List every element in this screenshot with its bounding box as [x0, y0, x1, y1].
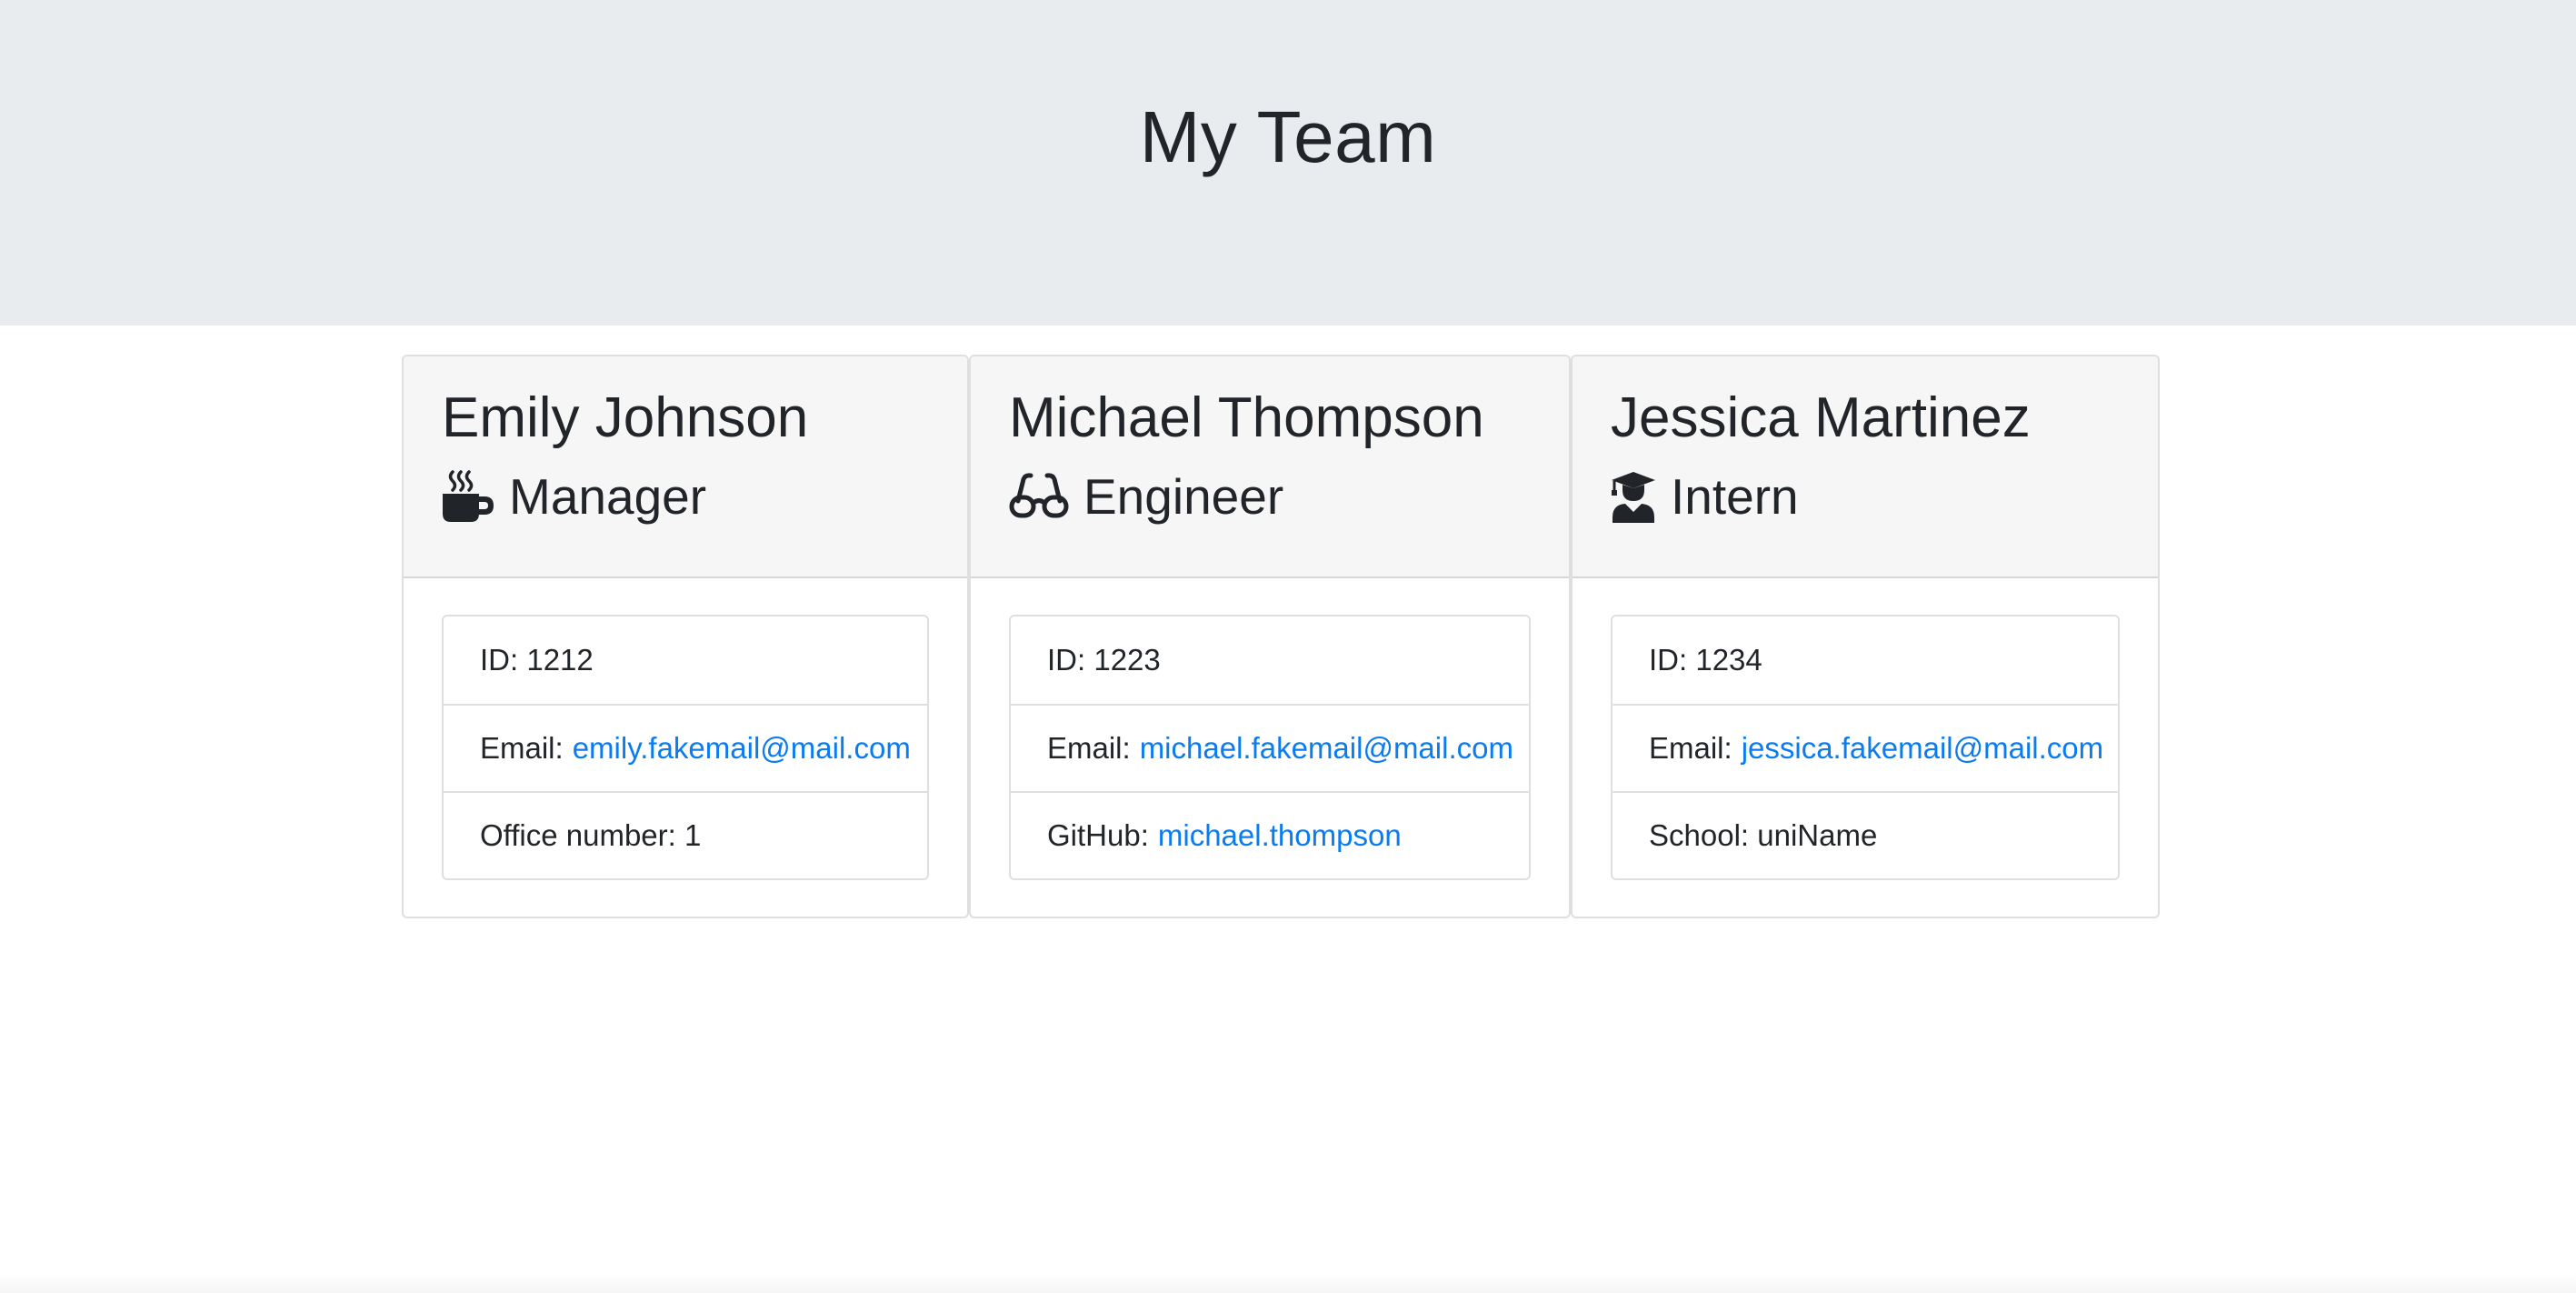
- email-item: Email: jessica.fakemail@mail.com: [1612, 704, 2118, 791]
- email-link[interactable]: michael.fakemail@mail.com: [1140, 731, 1513, 766]
- email-label: Email:: [1649, 731, 1732, 765]
- id-text: ID: 1234: [1649, 643, 1762, 677]
- role-label: Manager: [509, 468, 707, 525]
- id-text: ID: 1223: [1047, 643, 1161, 677]
- user-graduate-icon: [1611, 470, 1656, 523]
- role-label: Engineer: [1083, 468, 1284, 525]
- employee-details: ID: 1234 Email: jessica.fakemail@mail.co…: [1611, 615, 2120, 880]
- employee-name: Emily Johnson: [442, 386, 809, 449]
- employee-details: ID: 1223 Email: michael.fakemail@mail.co…: [1009, 615, 1531, 880]
- email-item: Email: emily.fakemail@mail.com: [444, 704, 927, 791]
- page-bottom-edge: [0, 1273, 2576, 1293]
- card-body: ID: 1212 Email: emily.fakemail@mail.com …: [404, 578, 967, 917]
- id-text: ID: 1212: [480, 643, 594, 677]
- team-cards: Emily Johnson Manager ID: 1212 Email: em…: [0, 355, 2576, 920]
- employee-name: Jessica Martinez: [1611, 386, 2031, 449]
- id-item: ID: 1223: [1011, 616, 1529, 704]
- glasses-icon: [1009, 470, 1069, 523]
- card-body: ID: 1223 Email: michael.fakemail@mail.co…: [971, 578, 1569, 917]
- email-label: Email:: [1047, 731, 1131, 765]
- github-item: GitHub: michael.thompson: [1011, 791, 1529, 878]
- email-link[interactable]: emily.fakemail@mail.com: [573, 731, 911, 766]
- employee-role: Engineer: [1009, 464, 1531, 529]
- employee-card-manager: Emily Johnson Manager ID: 1212 Email: em…: [402, 355, 969, 918]
- card-header: Emily Johnson Manager: [404, 356, 967, 578]
- card-header: Jessica Martinez Intern: [1573, 356, 2158, 578]
- email-item: Email: michael.fakemail@mail.com: [1011, 704, 1529, 791]
- team-header: My Team: [0, 0, 2576, 326]
- id-item: ID: 1234: [1612, 616, 2118, 704]
- id-item: ID: 1212: [444, 616, 927, 704]
- card-header: Michael Thompson Engineer: [971, 356, 1569, 578]
- card-body: ID: 1234 Email: jessica.fakemail@mail.co…: [1573, 578, 2158, 917]
- email-label: Email:: [480, 731, 564, 765]
- school-text: School: uniName: [1649, 818, 1878, 852]
- office-number-text: Office number: 1: [480, 818, 702, 852]
- mug-hot-icon: [442, 470, 494, 523]
- office-number-item: Office number: 1: [444, 791, 927, 878]
- employee-details: ID: 1212 Email: emily.fakemail@mail.com …: [442, 615, 929, 880]
- role-label: Intern: [1671, 468, 1799, 525]
- email-link[interactable]: jessica.fakemail@mail.com: [1742, 731, 2103, 766]
- employee-name: Michael Thompson: [1009, 386, 1484, 449]
- page-title: My Team: [1139, 96, 1437, 177]
- employee-role: Intern: [1611, 464, 2120, 529]
- employee-card-engineer: Michael Thompson Engineer ID: 1223 Email…: [969, 355, 1571, 918]
- employee-card-intern: Jessica Martinez Intern ID: 1234 Email: …: [1571, 355, 2160, 918]
- github-link[interactable]: michael.thompson: [1158, 818, 1402, 853]
- github-label: GitHub:: [1047, 818, 1149, 852]
- employee-role: Manager: [442, 464, 929, 529]
- school-item: School: uniName: [1612, 791, 2118, 878]
